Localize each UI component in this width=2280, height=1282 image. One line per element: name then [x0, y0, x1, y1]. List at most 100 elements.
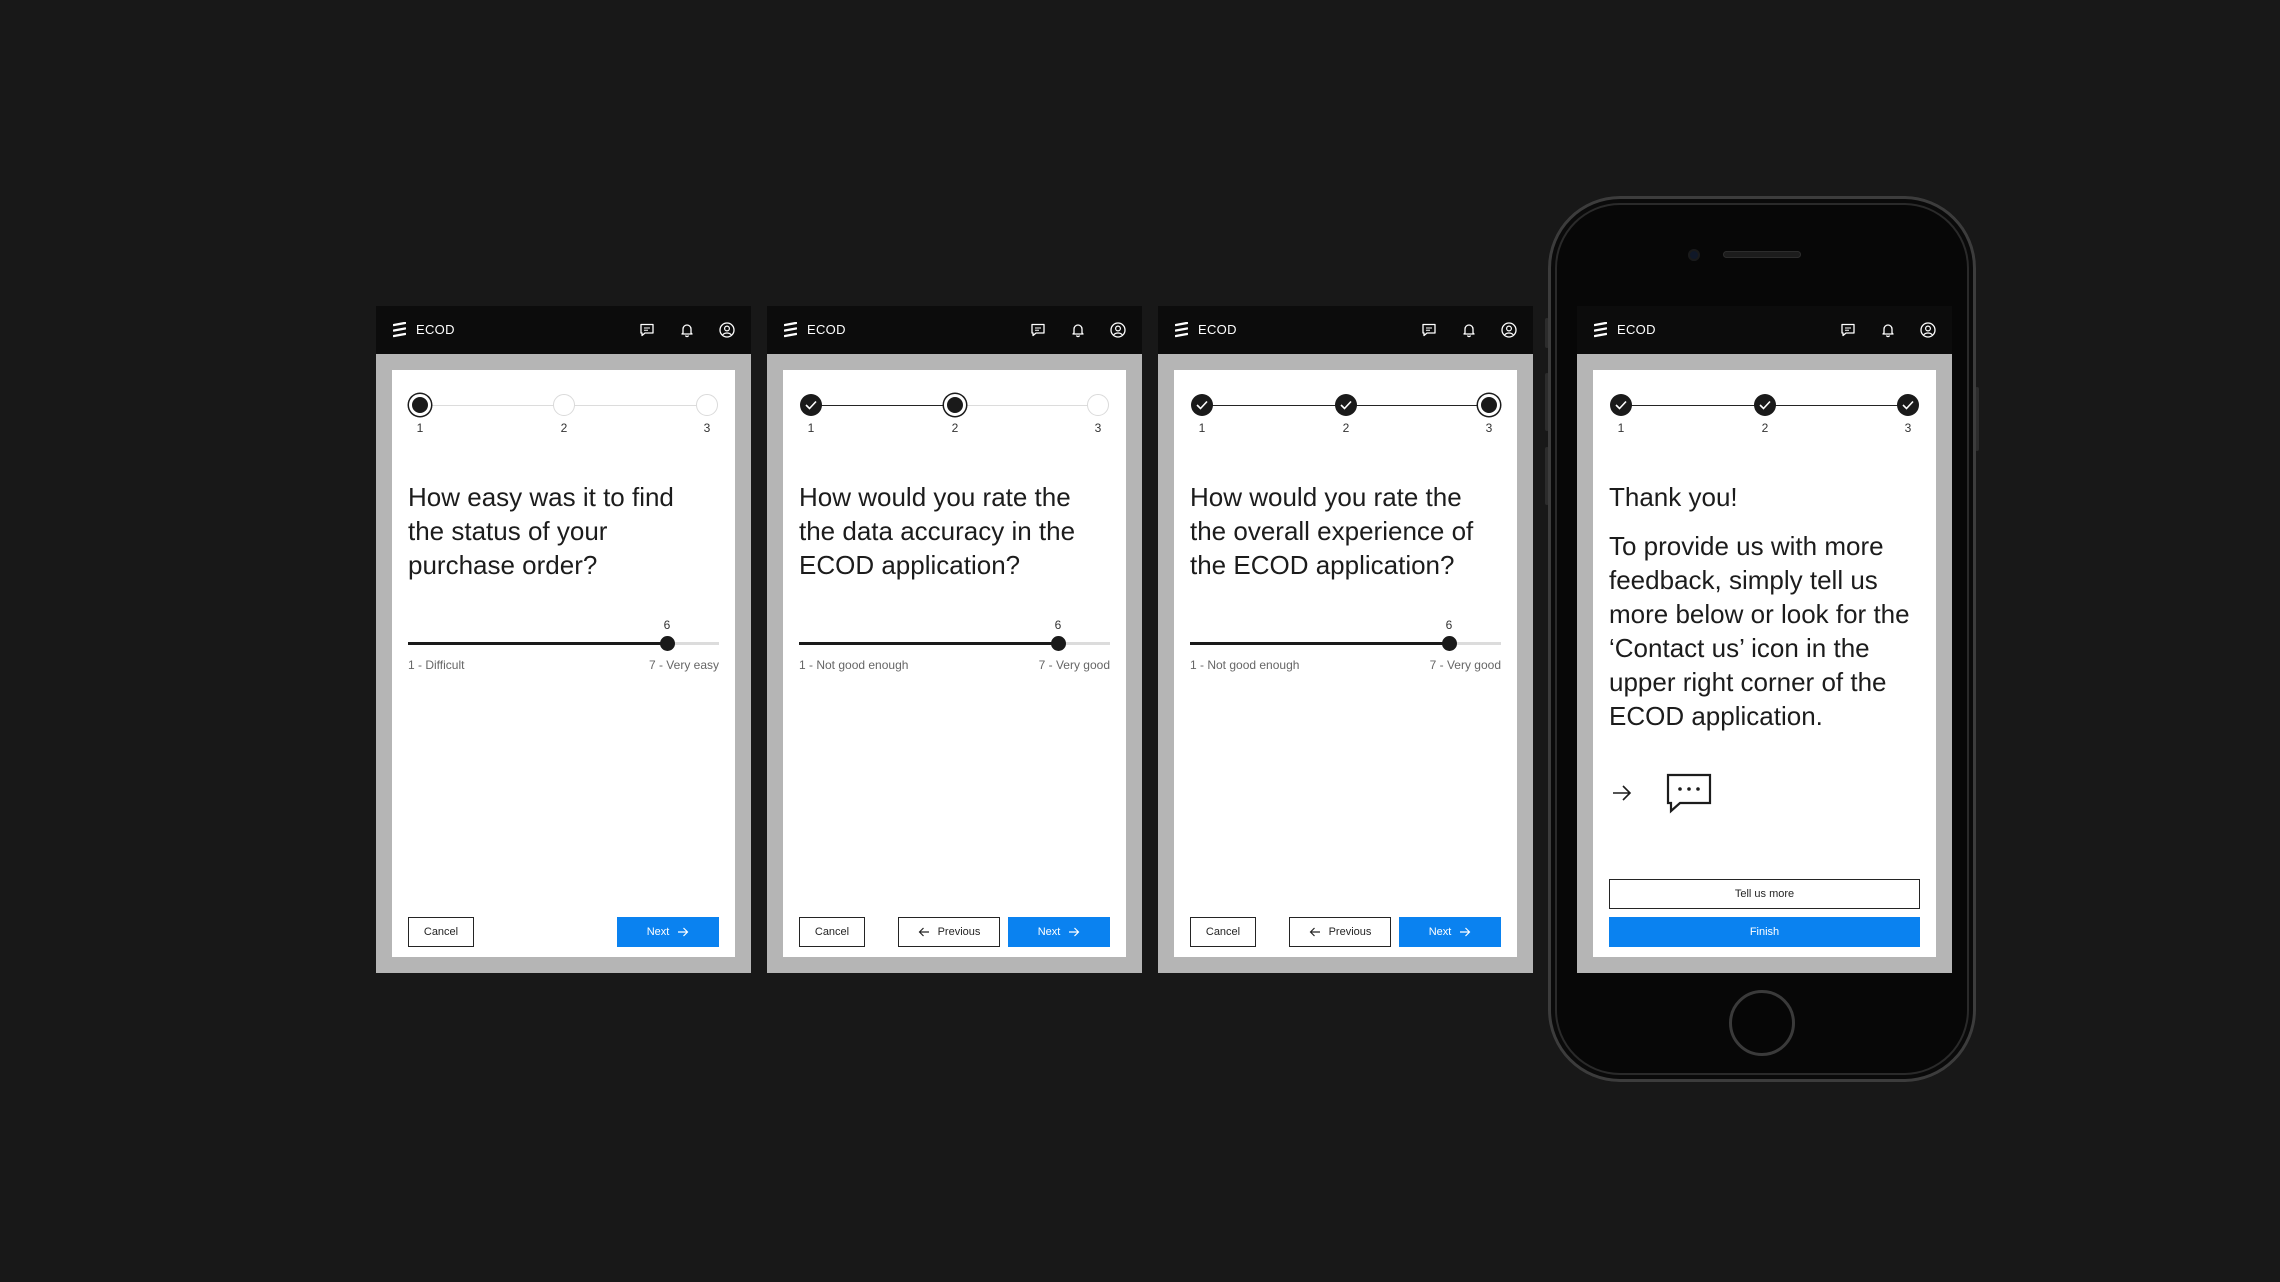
top-bar: ECOD: [1577, 306, 1952, 354]
arrow-left-icon: [1309, 927, 1321, 937]
rating-slider[interactable]: 6 1 - Not good enough 7 - Very good: [799, 612, 1110, 672]
next-button-label: Next: [1037, 926, 1061, 938]
rating-slider[interactable]: 6 1 - Not good enough 7 - Very good: [1190, 612, 1501, 672]
user-icon[interactable]: [1919, 321, 1937, 339]
slider-max-label: 7 - Very good: [1429, 658, 1501, 672]
step-number: 1: [1617, 421, 1625, 435]
ecod-logo-icon: [784, 322, 797, 338]
arrow-right-icon: [1068, 927, 1080, 937]
question-text: How would you rate the the overall exper…: [1190, 482, 1474, 580]
rating-slider[interactable]: 6 1 - Difficult 7 - Very easy: [408, 612, 719, 672]
step-1-done: [800, 394, 822, 416]
slider-thumb[interactable]: [1050, 636, 1066, 651]
step-number: 2: [1342, 421, 1350, 435]
stepper: 1 2 3: [392, 370, 735, 440]
chat-icon[interactable]: [1839, 321, 1857, 339]
bell-icon[interactable]: [1069, 321, 1087, 339]
cancel-button-label: Cancel: [814, 926, 850, 938]
step-1-current: [409, 394, 431, 416]
step-1-done: [1191, 394, 1213, 416]
survey-screen-step-3: ECOD 1 2 3 How would you rate the the ov…: [1158, 306, 1533, 973]
bell-icon[interactable]: [678, 321, 696, 339]
ecod-logo-icon: [1175, 322, 1188, 338]
survey-card: 1 2 3 How would you rate the the data ac…: [783, 370, 1126, 957]
chat-bubble-icon: [1666, 773, 1712, 815]
next-button[interactable]: Next: [1008, 917, 1110, 947]
phone-speaker: [1723, 251, 1801, 258]
step-number: 3: [1485, 421, 1493, 435]
cancel-button-label: Cancel: [423, 926, 459, 938]
step-3-upcoming: [696, 394, 718, 416]
step-number: 1: [807, 421, 815, 435]
arrow-right-icon: [677, 927, 689, 937]
stepper: 1 2 3: [1593, 370, 1936, 440]
next-button[interactable]: Next: [617, 917, 719, 947]
cancel-button[interactable]: Cancel: [1190, 917, 1256, 947]
top-bar: ECOD: [1158, 306, 1533, 354]
survey-card: 1 2 3 How easy was it to find the status…: [392, 370, 735, 957]
slider-thumb[interactable]: [659, 636, 675, 651]
step-3-upcoming: [1087, 394, 1109, 416]
arrow-right-icon: [1459, 927, 1471, 937]
step-number: 3: [1094, 421, 1102, 435]
cancel-button[interactable]: Cancel: [408, 917, 474, 947]
slider-min-label: 1 - Not good enough: [799, 658, 909, 672]
ecod-logo-icon: [1594, 322, 1607, 338]
next-button-label: Next: [646, 926, 670, 938]
stepper-connector: [1621, 405, 1765, 406]
previous-button[interactable]: Previous: [1289, 917, 1391, 947]
thank-you-heading: Thank you!: [1609, 482, 1738, 512]
step-number: 1: [416, 421, 424, 435]
step-2-current: [944, 394, 966, 416]
next-button[interactable]: Next: [1399, 917, 1501, 947]
phone-home-button[interactable]: [1729, 990, 1795, 1056]
user-icon[interactable]: [1500, 321, 1518, 339]
step-number: 1: [1198, 421, 1206, 435]
chat-icon[interactable]: [638, 321, 656, 339]
step-2-upcoming: [553, 394, 575, 416]
stepper-connector: [1765, 405, 1908, 406]
slider-value-label: 6: [663, 618, 671, 632]
survey-card: 1 2 3 Thank you! To provide us with more…: [1593, 370, 1936, 957]
survey-screen-step-1: ECOD 1 2 3 How easy was it to find the s…: [376, 306, 751, 973]
slider-min-label: 1 - Difficult: [408, 658, 465, 672]
stepper: 1 2 3: [783, 370, 1126, 440]
slider-fill: [799, 642, 1058, 645]
finish-button-label: Finish: [1749, 926, 1780, 938]
cancel-button[interactable]: Cancel: [799, 917, 865, 947]
stepper-connector: [955, 405, 1098, 406]
thank-you-message: To provide us with more feedback, simply…: [1609, 531, 1910, 731]
previous-button[interactable]: Previous: [898, 917, 1000, 947]
question-text: How easy was it to find the status of yo…: [408, 482, 674, 580]
chat-icon[interactable]: [1420, 321, 1438, 339]
app-name: ECOD: [1198, 322, 1237, 337]
slider-thumb[interactable]: [1441, 636, 1457, 651]
step-3-current: [1478, 394, 1500, 416]
next-button-label: Next: [1428, 926, 1452, 938]
user-icon[interactable]: [1109, 321, 1127, 339]
slider-max-label: 7 - Very easy: [648, 658, 719, 672]
app-name: ECOD: [1617, 322, 1656, 337]
step-3-done: [1897, 394, 1919, 416]
slider-fill: [1190, 642, 1449, 645]
top-bar: ECOD: [376, 306, 751, 354]
bell-icon[interactable]: [1460, 321, 1478, 339]
survey-screen-step-2: ECOD 1 2 3 How would you rate the the da…: [767, 306, 1142, 973]
slider-min-label: 1 - Not good enough: [1190, 658, 1300, 672]
tell-us-more-button[interactable]: Tell us more: [1609, 879, 1920, 909]
stepper-connector: [1346, 405, 1489, 406]
tell-us-more-label: Tell us more: [1734, 888, 1795, 900]
slider-max-label: 7 - Very good: [1038, 658, 1110, 672]
user-icon[interactable]: [718, 321, 736, 339]
survey-card: 1 2 3 How would you rate the the overall…: [1174, 370, 1517, 957]
finish-button[interactable]: Finish: [1609, 917, 1920, 947]
app-name: ECOD: [807, 322, 846, 337]
step-number: 2: [1761, 421, 1769, 435]
stepper-connector: [420, 405, 564, 406]
bell-icon[interactable]: [1879, 321, 1897, 339]
slider-fill: [408, 642, 667, 645]
question-text: How would you rate the the data accuracy…: [799, 482, 1076, 580]
previous-button-label: Previous: [1328, 926, 1372, 938]
chat-icon[interactable]: [1029, 321, 1047, 339]
slider-value-label: 6: [1054, 618, 1062, 632]
